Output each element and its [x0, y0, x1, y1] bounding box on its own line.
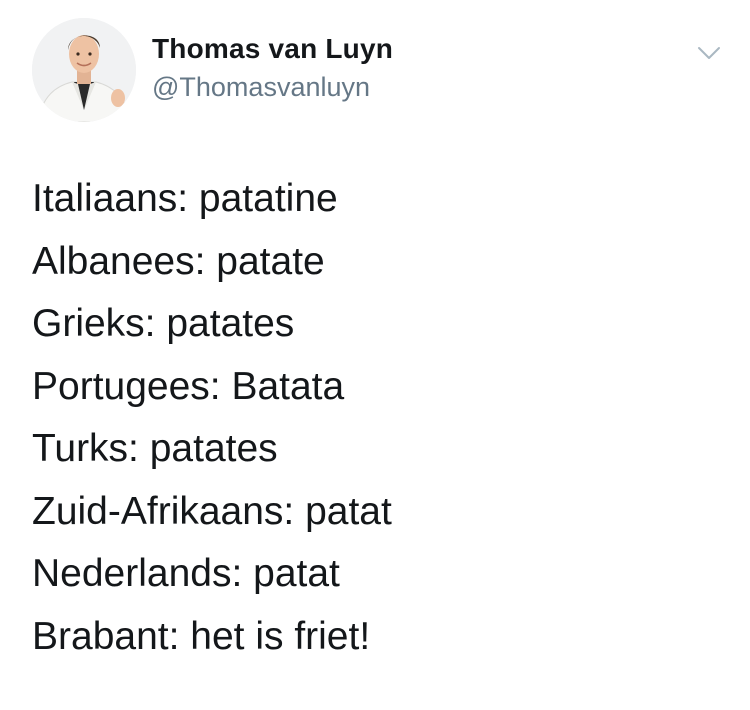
tweet-line: Turks: patates: [32, 427, 278, 470]
tweet-line: Brabant: het is friet!: [32, 614, 371, 658]
tweet-line: Nederlands: patat: [32, 552, 340, 595]
chevron-down-icon[interactable]: [696, 40, 722, 66]
tweet-card: Thomas van Luyn @Thomasvanluyn Italiaans…: [0, 0, 750, 710]
tweet-line: Grieks: patates: [32, 302, 295, 345]
avatar-image: [32, 18, 136, 122]
tweet-line: Zuid-Afrikaans: patat: [32, 489, 392, 533]
tweet-line: Portugees: Batata: [32, 364, 345, 408]
author-display-name[interactable]: Thomas van Luyn: [152, 33, 393, 65]
avatar[interactable]: [32, 18, 136, 122]
author-handle[interactable]: @Thomasvanluyn: [152, 72, 370, 103]
tweet-line: Italiaans: patatine: [32, 177, 338, 220]
tweet-text: Italiaans: patatine Albanees: patate Gri…: [32, 168, 732, 668]
tweet-line: Albanees: patate: [32, 239, 325, 283]
